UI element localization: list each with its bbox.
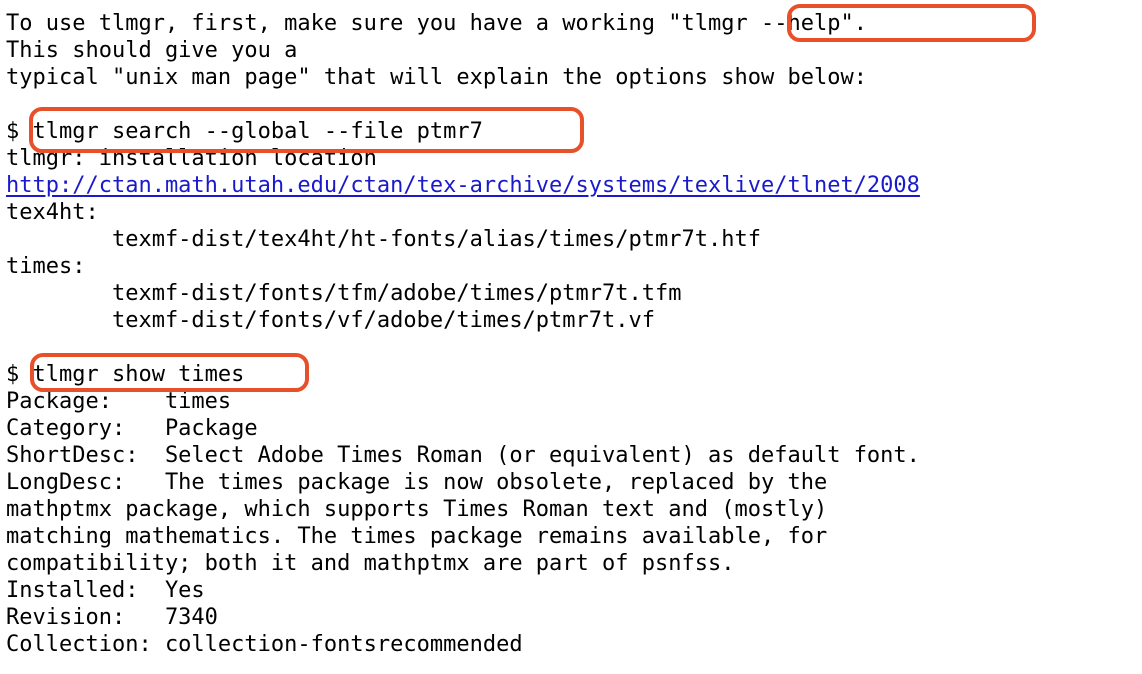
terminal-command-line: $ tlmgr search --global --file ptmr7 [6, 119, 483, 144]
terminal-prose-line: typical "unix man page" that will explai… [6, 65, 867, 90]
terminal-output-line: mathptmx package, which supports Times R… [6, 497, 828, 522]
terminal-output-line: times: [6, 254, 86, 279]
terminal-output-line: compatibility; both it and mathptmx are … [6, 551, 735, 576]
terminal-output-line: LongDesc: The times package is now obsol… [6, 470, 828, 495]
terminal-prose-line: To use tlmgr, first, make sure you have … [6, 11, 867, 36]
terminal-url-link[interactable]: http://ctan.math.utah.edu/ctan/tex-archi… [6, 172, 920, 199]
terminal-output-line: matching mathematics. The times package … [6, 524, 828, 549]
terminal-output-line: tex4ht: [6, 200, 99, 225]
terminal-command-line: $ tlmgr show times [6, 362, 245, 387]
terminal-output-line: ShortDesc: Select Adobe Times Roman (or … [6, 443, 920, 468]
terminal-output-line: Installed: Yes [6, 578, 205, 603]
terminal-output-line: texmf-dist/tex4ht/ht-fonts/alias/times/p… [6, 227, 761, 252]
terminal-output-line: tlmgr: installation location [6, 146, 377, 171]
terminal-output-line: texmf-dist/fonts/vf/adobe/times/ptmr7t.v… [6, 308, 656, 333]
terminal-output-line: Collection: collection-fontsrecommended [6, 632, 523, 657]
terminal-output-line: Revision: 7340 [6, 605, 218, 630]
terminal-screenshot: To use tlmgr, first, make sure you have … [0, 0, 1142, 674]
terminal-output-line: texmf-dist/fonts/tfm/adobe/times/ptmr7t.… [6, 281, 682, 306]
terminal-output-line: Package: times [6, 389, 232, 414]
terminal-output-line: Category: Package [6, 416, 258, 441]
terminal-prose-line: This should give you a [6, 38, 298, 63]
